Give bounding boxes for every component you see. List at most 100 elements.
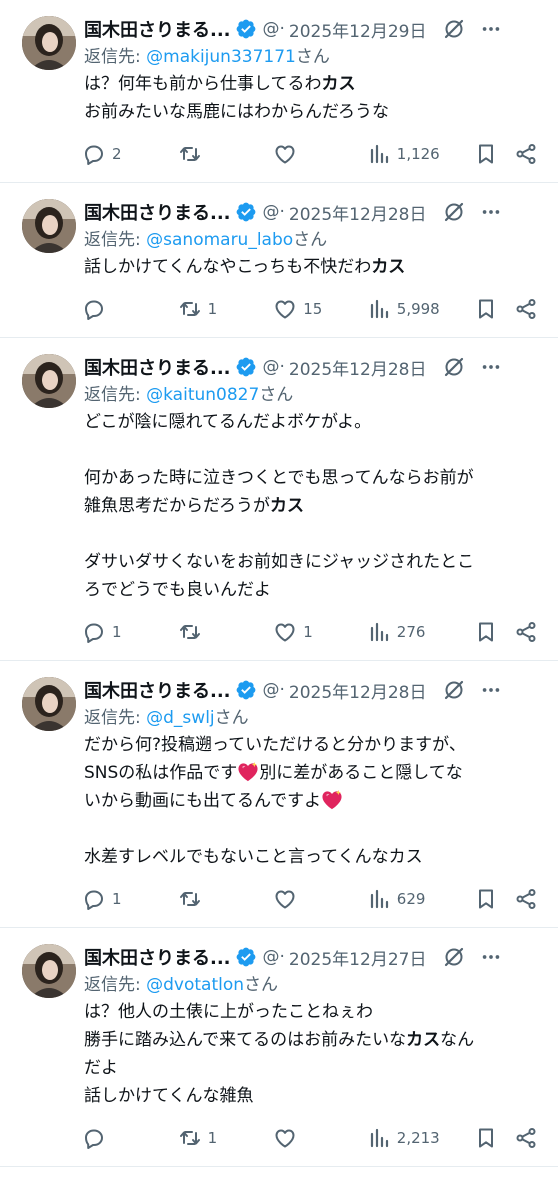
share-icon xyxy=(516,299,536,319)
sparkling-heart-icon xyxy=(238,762,258,782)
display-name[interactable]: 国木田さりまる... xyxy=(84,677,231,703)
retweet-button[interactable]: 1 xyxy=(178,297,274,321)
analytics-icon xyxy=(370,299,388,319)
grok-icon[interactable] xyxy=(442,355,466,379)
heart-icon xyxy=(275,623,295,642)
reply-feed: 国木田さりまる... @· 2025年12月29日 返信先: @makijun3… xyxy=(0,0,558,1200)
view-count: 1,126 xyxy=(396,145,440,163)
handle[interactable]: @· xyxy=(263,680,285,700)
reply-button[interactable]: 2 xyxy=(82,142,178,166)
avatar[interactable] xyxy=(22,16,76,70)
heart-icon xyxy=(275,145,295,164)
timestamp[interactable]: 2025年12月29日 xyxy=(289,17,427,42)
verified-badge-icon xyxy=(236,680,255,700)
reply-mention-link[interactable]: @d_swlj xyxy=(146,708,215,728)
text-segment: どこが陰に隠れてるんだよボケがよ。 xyxy=(84,412,372,432)
more-options-icon[interactable] xyxy=(480,201,502,223)
retweet-button[interactable] xyxy=(178,887,274,911)
verified-badge-icon xyxy=(236,357,255,377)
bookmark-button[interactable] xyxy=(474,297,514,321)
tweet-header: 国木田さりまる... @· 2025年12月28日 xyxy=(84,352,544,382)
tweet-text-line: 話しかけてくんなやこっちも不快だわカス xyxy=(84,253,540,281)
views-button[interactable]: 5,998 xyxy=(367,297,475,321)
retweet-button[interactable] xyxy=(178,142,274,166)
retweet-button[interactable] xyxy=(178,620,274,644)
text-segment: 別に差があること隠してな xyxy=(259,763,463,783)
handle[interactable]: @· xyxy=(263,947,285,967)
handle[interactable]: @· xyxy=(263,202,285,222)
like-button[interactable] xyxy=(273,1126,367,1150)
views-button[interactable]: 1,126 xyxy=(367,142,475,166)
tweet-2[interactable]: 国木田さりまる... @· 2025年12月28日 返信先: @sanomaru… xyxy=(0,183,558,338)
more-options-icon[interactable] xyxy=(480,679,502,701)
tweet-4[interactable]: 国木田さりまる... @· 2025年12月28日 返信先: @d_swljさん… xyxy=(0,661,558,928)
heart-icon xyxy=(275,300,295,319)
avatar[interactable] xyxy=(22,199,76,253)
reply-to-line: 返信先: @makijun337171さん xyxy=(84,44,544,70)
tweet-1[interactable]: 国木田さりまる... @· 2025年12月29日 返信先: @makijun3… xyxy=(0,0,558,183)
tweet-text: 話しかけてくんなやこっちも不快だわカス xyxy=(84,253,544,281)
grok-icon[interactable] xyxy=(442,200,466,224)
views-button[interactable]: 276 xyxy=(367,620,475,644)
display-name[interactable]: 国木田さりまる... xyxy=(84,354,231,380)
grok-icon[interactable] xyxy=(442,17,466,41)
tweet-text-line: 話しかけてくんな雑魚 xyxy=(84,1082,540,1110)
like-button[interactable] xyxy=(273,142,367,166)
reply-mention-link[interactable]: @makijun337171 xyxy=(146,47,296,67)
display-name[interactable]: 国木田さりまる... xyxy=(84,16,231,42)
grok-icon[interactable] xyxy=(442,678,466,702)
tweet-actions: 1 629 xyxy=(82,871,544,927)
text-segment: 何かあった時に泣きつくとでも思ってんならお前が xyxy=(84,468,474,488)
reply-mention-link[interactable]: @sanomaru_labo xyxy=(146,230,293,250)
share-button[interactable] xyxy=(514,142,544,166)
share-button[interactable] xyxy=(514,887,544,911)
bookmark-icon xyxy=(479,1128,494,1148)
analytics-icon xyxy=(370,622,388,642)
avatar[interactable] xyxy=(22,677,76,731)
reply-mention-link[interactable]: @dvotatlon xyxy=(146,975,244,995)
avatar[interactable] xyxy=(22,354,76,408)
share-button[interactable] xyxy=(514,297,544,321)
bookmark-button[interactable] xyxy=(474,142,514,166)
more-options-icon[interactable] xyxy=(480,356,502,378)
reply-button[interactable]: 1 xyxy=(82,887,178,911)
retweet-button[interactable]: 1 xyxy=(178,1126,274,1150)
timestamp[interactable]: 2025年12月28日 xyxy=(289,355,427,380)
handle[interactable]: @· xyxy=(263,19,285,39)
avatar[interactable] xyxy=(22,944,76,998)
reply-button[interactable] xyxy=(82,1126,178,1150)
display-name[interactable]: 国木田さりまる... xyxy=(84,199,231,225)
reply-icon xyxy=(85,623,103,643)
reply-mention-link[interactable]: @kaitun0827 xyxy=(146,385,259,405)
tweet-actions: 1 15 5,998 xyxy=(82,281,544,337)
analytics-icon xyxy=(370,889,388,909)
like-button[interactable] xyxy=(273,887,367,911)
views-button[interactable]: 629 xyxy=(367,887,475,911)
timestamp[interactable]: 2025年12月28日 xyxy=(289,678,427,703)
bookmark-button[interactable] xyxy=(474,620,514,644)
reply-icon xyxy=(85,300,103,320)
share-button[interactable] xyxy=(514,620,544,644)
grok-icon[interactable] xyxy=(442,945,466,969)
display-name[interactable]: 国木田さりまる... xyxy=(84,944,231,970)
reply-icon xyxy=(85,1129,103,1149)
handle[interactable]: @· xyxy=(263,357,285,377)
timestamp[interactable]: 2025年12月27日 xyxy=(289,945,427,970)
tweet-3[interactable]: 国木田さりまる... @· 2025年12月28日 返信先: @kaitun08… xyxy=(0,338,558,661)
tweet-text-line: だから何?投稿遡っていただけると分かりますが、 xyxy=(84,731,540,759)
views-button[interactable]: 2,213 xyxy=(367,1126,475,1150)
tweet-5[interactable]: 国木田さりまる... @· 2025年12月27日 返信先: @dvotatlo… xyxy=(0,928,558,1167)
timestamp[interactable]: 2025年12月28日 xyxy=(289,200,427,225)
like-button[interactable]: 15 xyxy=(273,297,367,321)
bookmark-button[interactable] xyxy=(474,887,514,911)
more-options-icon[interactable] xyxy=(480,18,502,40)
more-options-icon[interactable] xyxy=(480,946,502,968)
tweet-text-line: 勝手に踏み込んで来てるのはお前みたいなカスなん xyxy=(84,1026,540,1054)
reply-button[interactable]: 1 xyxy=(82,620,178,644)
bookmark-button[interactable] xyxy=(474,1126,514,1150)
share-button[interactable] xyxy=(514,1126,544,1150)
tweet-text-line: ダサいダサくないをお前如きにジャッジされたとこ xyxy=(84,548,540,576)
reply-button[interactable] xyxy=(82,297,178,321)
view-count: 276 xyxy=(396,623,426,641)
like-button[interactable]: 1 xyxy=(273,620,367,644)
